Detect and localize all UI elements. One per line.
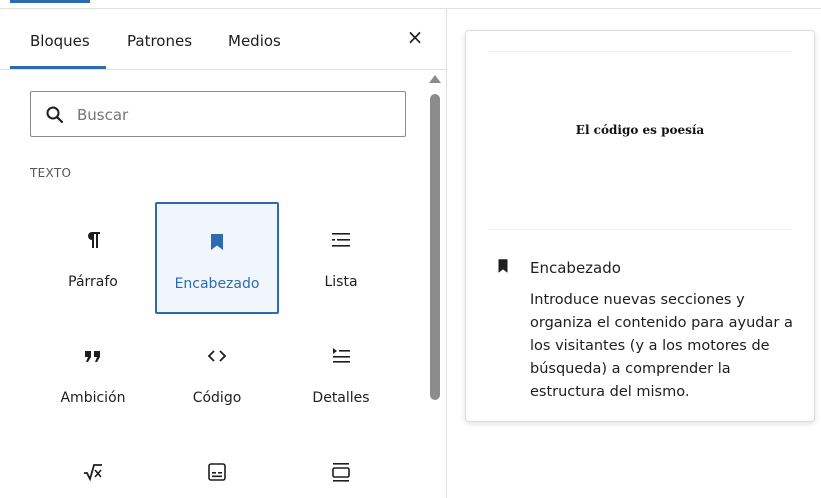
preview-divider-bottom xyxy=(488,229,792,230)
top-accent-bar xyxy=(10,0,90,3)
code-icon xyxy=(155,344,279,368)
bookmark-icon xyxy=(494,257,512,279)
scroll-up-arrow[interactable] xyxy=(429,75,441,83)
block-pullquote[interactable] xyxy=(279,434,403,498)
pullquote-icon xyxy=(279,460,403,484)
block-details[interactable]: Detalles xyxy=(279,318,403,430)
search-box[interactable] xyxy=(30,91,406,137)
tab-medios[interactable]: Medios xyxy=(228,32,281,50)
tab-bloques[interactable]: Bloques xyxy=(30,32,90,50)
paragraph-icon xyxy=(31,228,155,252)
preview-title: Encabezado xyxy=(530,259,621,277)
block-label: Encabezado xyxy=(174,276,260,292)
search-input[interactable] xyxy=(75,102,399,128)
preview-divider-top xyxy=(488,51,792,52)
category-heading: TEXTO xyxy=(30,166,72,180)
preview-description: Introduce nuevas secciones y organiza el… xyxy=(530,292,793,400)
active-tab-indicator xyxy=(10,66,106,69)
preview-sample-heading: El código es poesía xyxy=(575,123,705,137)
block-quote[interactable]: Ambición xyxy=(31,318,155,430)
block-preview-card: El código es poesía Encabezado Introduce… xyxy=(465,30,815,422)
block-label: Ambición xyxy=(60,390,126,406)
block-math[interactable] xyxy=(31,434,155,498)
block-list[interactable]: Lista xyxy=(279,202,403,314)
tab-patrones[interactable]: Patrones xyxy=(127,32,192,50)
scrollbar-thumb[interactable] xyxy=(430,94,440,400)
block-label: Código xyxy=(192,390,242,406)
block-label: Lista xyxy=(324,274,358,290)
inserter-tabs: Bloques Patrones Medios × xyxy=(0,9,446,70)
search-icon xyxy=(46,106,64,124)
preformatted-icon xyxy=(155,460,279,484)
block-label: Detalles xyxy=(312,390,370,406)
block-preformatted[interactable] xyxy=(155,434,279,498)
list-icon xyxy=(279,228,403,252)
block-inserter-panel: Bloques Patrones Medios × TEXTO Párrafo … xyxy=(0,9,447,498)
block-code[interactable]: Código xyxy=(155,318,279,430)
bookmark-icon xyxy=(157,230,277,254)
math-icon xyxy=(31,460,155,484)
details-icon xyxy=(279,344,403,368)
block-label: Párrafo xyxy=(68,274,118,290)
close-icon[interactable]: × xyxy=(405,27,425,47)
block-heading[interactable]: Encabezado xyxy=(155,202,279,314)
block-paragraph[interactable]: Párrafo xyxy=(31,202,155,314)
quote-icon xyxy=(31,344,155,368)
